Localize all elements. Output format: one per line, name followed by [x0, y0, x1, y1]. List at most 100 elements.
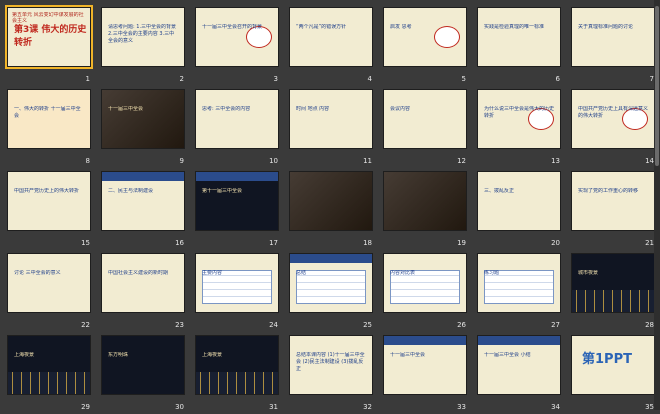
slide-preview: 第3课 伟大的历史转折 第五单元 风云变幻中谋发展的社会主义	[5, 5, 93, 69]
slide-preview: 十一届三中全会 小结	[477, 335, 561, 395]
slide-thumbnail[interactable]: 思考: 三中全会的内容 10	[194, 88, 282, 168]
slide-text: 讨论 三中全会的意义	[14, 270, 61, 276]
slide-preview: 总结	[289, 253, 373, 313]
slide-preview: 实现了党的工作重心的转移	[571, 171, 655, 231]
slide-thumbnail[interactable]: 内容对比表 26	[382, 252, 470, 332]
slide-thumbnail[interactable]: 19	[382, 170, 470, 250]
slide-thumbnail[interactable]: 关于真理标准问题的讨论 7	[570, 6, 658, 86]
slide-thumbnail[interactable]: 第3课 伟大的历史转折 第五单元 风云变幻中谋发展的社会主义 1	[5, 5, 94, 86]
slide-number: 12	[457, 157, 466, 165]
slide-number: 28	[645, 321, 654, 329]
slide-preview: 总结本课内容 (1)十一届三中全会 (2)民主法制建设 (3)拨乱反正	[289, 335, 373, 395]
slide-thumbnail[interactable]: 实现了党的工作重心的转移 21	[570, 170, 658, 250]
slide-preview: 第十一届三中全会	[195, 171, 279, 231]
slide-sorter-grid: 第3课 伟大的历史转折 第五单元 风云变幻中谋发展的社会主义 1 请思考问题: 1.三…	[5, 5, 658, 414]
slide-text: 三、拨乱反正	[484, 188, 515, 194]
slide-preview: 二、民主与法制建设	[101, 171, 185, 231]
slide-preview: 第1PPT	[571, 335, 655, 395]
slide-number: 4	[367, 75, 372, 83]
slide-preview: 启发 思考	[383, 7, 467, 67]
slide-thumbnail[interactable]: 城市夜景 28	[570, 252, 658, 332]
slide-preview: 上海夜景	[195, 335, 279, 395]
slide-thumbnail[interactable]: 主要内容 24	[194, 252, 282, 332]
slide-thumbnail[interactable]: 18	[288, 170, 376, 250]
slide-number: 17	[269, 239, 278, 247]
slide-thumbnail[interactable]: 中国共产党历史上具有深远意义的伟大转折 14	[570, 88, 658, 168]
slide-preview: 上海夜景	[7, 335, 91, 395]
slide-preview: 为什么说三中全会是伟大的历史转折	[477, 89, 561, 149]
vertical-scrollbar[interactable]	[654, 0, 660, 410]
slide-thumbnail[interactable]: 会议内容 12	[382, 88, 470, 168]
slide-text: 第十一届三中全会	[202, 188, 243, 194]
slide-thumbnail[interactable]: 三、拨乱反正 20	[476, 170, 564, 250]
slide-text: 东方明珠	[108, 352, 129, 358]
slide-text: 实践是检验真理的唯一标准	[484, 24, 545, 30]
slide-thumbnail[interactable]: 为什么说三中全会是伟大的历史转折 13	[476, 88, 564, 168]
slide-thumbnail[interactable]: 讨论 三中全会的意义 22	[6, 252, 94, 332]
slide-text: 总结本课内容 (1)十一届三中全会 (2)民主法制建设 (3)拨乱反正	[296, 352, 365, 372]
slide-header-bar	[196, 172, 278, 181]
slide-thumbnail[interactable]: 中国社会主义建设的新时期 23	[100, 252, 188, 332]
slide-number: 9	[179, 157, 184, 165]
slide-number: 23	[175, 321, 184, 329]
slide-thumbnail[interactable]: 请思考问题: 1.三中全会的背景 2.三中全会的主要内容 3.三中全会的意义 2	[100, 6, 188, 86]
slide-number: 5	[461, 75, 466, 83]
slide-thumbnail[interactable]: 时间 地点 内容 11	[288, 88, 376, 168]
slide-thumbnail[interactable]: 总结 25	[288, 252, 376, 332]
slide-thumbnail[interactable]: 第1PPT 35	[570, 334, 658, 414]
slide-thumbnail[interactable]: 启发 思考 5	[382, 6, 470, 86]
slide-thumbnail[interactable]: 上海夜景 31	[194, 334, 282, 414]
slide-thumbnail[interactable]: “两个凡是”的错误方针 4	[288, 6, 376, 86]
slide-number: 6	[555, 75, 560, 83]
slide-text: 上海夜景	[14, 352, 35, 358]
slide-text: 上海夜景	[202, 352, 223, 358]
slide-text: 城市夜景	[578, 270, 599, 276]
slide-preview: 东方明珠	[101, 335, 185, 395]
slide-thumbnail[interactable]: 中国共产党历史上的伟大转折 15	[6, 170, 94, 250]
slide-thumbnail[interactable]: 十一届三中全会 9	[100, 88, 188, 168]
slide-thumbnail[interactable]: 东方明珠 30	[100, 334, 188, 414]
slide-thumbnail[interactable]: 练习题 27	[476, 252, 564, 332]
slide-preview: 一、伟大的转折 十一届三中全会	[7, 89, 91, 149]
slide-preview: 中国社会主义建设的新时期	[101, 253, 185, 313]
slide-thumbnail[interactable]: 第十一届三中全会 17	[194, 170, 282, 250]
slide-text: 关于真理标准问题的讨论	[578, 24, 634, 30]
slide-text: “两个凡是”的错误方针	[296, 24, 347, 30]
slide-thumbnail[interactable]: 十一届三中全会召开的背景 3	[194, 6, 282, 86]
slide-preview: 中国共产党历史上具有深远意义的伟大转折	[571, 89, 655, 149]
slide-number: 15	[81, 239, 90, 247]
slide-number: 1	[85, 75, 90, 83]
slide-thumbnail[interactable]: 一、伟大的转折 十一届三中全会 8	[6, 88, 94, 168]
city-lights-graphic	[8, 372, 90, 394]
slide-header-bar	[102, 172, 184, 181]
slide-preview	[383, 171, 467, 231]
slide-preview: “两个凡是”的错误方针	[289, 7, 373, 67]
slide-number: 3	[273, 75, 278, 83]
slide-number: 18	[363, 239, 372, 247]
slide-number: 24	[269, 321, 278, 329]
slide-preview: 十一届三中全会	[383, 335, 467, 395]
slide-preview: 城市夜景	[571, 253, 655, 313]
slide-preview	[289, 171, 373, 231]
slide-thumbnail[interactable]: 十一届三中全会 33	[382, 334, 470, 414]
scrollbar-thumb[interactable]	[655, 6, 659, 166]
slide-number: 21	[645, 239, 654, 247]
slide-text: 总结	[296, 270, 307, 276]
slide-preview: 时间 地点 内容	[289, 89, 373, 149]
slide-number: 14	[645, 157, 654, 165]
slide-text: 实现了党的工作重心的转移	[578, 188, 639, 194]
slide-thumbnail[interactable]: 实践是检验真理的唯一标准 6	[476, 6, 564, 86]
slide-preview: 中国共产党历史上的伟大转折	[7, 171, 91, 231]
slide-text: 中国社会主义建设的新时期	[108, 270, 169, 276]
slide-thumbnail[interactable]: 十一届三中全会 小结 34	[476, 334, 564, 414]
slide-preview: 思考: 三中全会的内容	[195, 89, 279, 149]
slide-text: 练习题	[484, 270, 500, 276]
slide-number: 19	[457, 239, 466, 247]
slide-preview: 主要内容	[195, 253, 279, 313]
slide-header-bar	[478, 336, 560, 345]
slide-thumbnail[interactable]: 二、民主与法制建设 16	[100, 170, 188, 250]
slide-thumbnail[interactable]: 上海夜景 29	[6, 334, 94, 414]
slide-preview: 内容对比表	[383, 253, 467, 313]
slide-thumbnail[interactable]: 总结本课内容 (1)十一届三中全会 (2)民主法制建设 (3)拨乱反正 32	[288, 334, 376, 414]
slide-number: 22	[81, 321, 90, 329]
